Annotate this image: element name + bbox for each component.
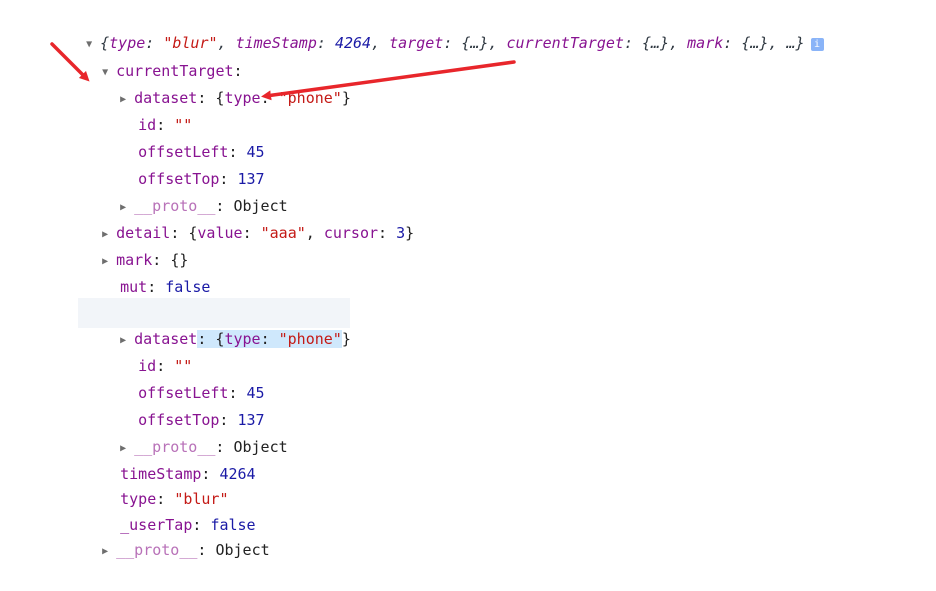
- summary-value-mark: {…}: [741, 34, 769, 52]
- selection-highlight: : {: [197, 330, 225, 348]
- summary-key-currenttarget: currentTarget: [506, 34, 624, 52]
- tree-item-type: type: "blur": [120, 490, 229, 508]
- preview-value: "phone": [278, 89, 342, 107]
- tree-item-currenttarget-proto[interactable]: ▶ __proto__: Object: [84, 167, 288, 215]
- tree-item-target-dataset[interactable]: ▶ dataset: {type: "phone"}: [84, 300, 351, 348]
- tree-item-target-offsetleft: offsetLeft: 45: [138, 384, 265, 402]
- summary-key-timestamp: timeStamp: [235, 34, 317, 52]
- tree-item-target-offsettop: offsetTop: 137: [138, 411, 265, 429]
- preview-key: type: [224, 89, 261, 107]
- summary-value-target: {…}: [461, 34, 489, 52]
- tree-item-mut: mut: false: [120, 278, 211, 296]
- preview-value: 3: [396, 224, 406, 242]
- preview-key: value: [197, 224, 243, 242]
- summary-ellipsis: …}: [786, 34, 805, 52]
- event-object-summary[interactable]: ▼ {type: "blur", timeStamp: 4264, target:…: [50, 4, 824, 52]
- console-panel: ▼ {type: "blur", timeStamp: 4264, target:…: [0, 0, 936, 559]
- preview-value: "phone": [278, 330, 342, 348]
- tree-item-mark[interactable]: ▶ mark: {}: [66, 221, 188, 269]
- tree-item-usertap: _userTap: false: [120, 516, 256, 534]
- summary-key-target: target: [389, 34, 444, 52]
- value-label: Object: [215, 541, 270, 559]
- summary-value-timestamp: 4264: [334, 34, 372, 52]
- preview-value: "aaa": [260, 224, 306, 242]
- tree-item-root-proto[interactable]: ▶ __proto__: Object: [66, 511, 270, 559]
- tree-item-detail[interactable]: ▶ detail: {value: "aaa", cursor: 3}: [66, 194, 414, 242]
- tree-item-currenttarget-offsettop: offsetTop: 137: [138, 170, 265, 188]
- tree-item-target-id: id: "": [138, 357, 193, 375]
- info-icon[interactable]: i: [810, 38, 824, 51]
- triangle-right-icon[interactable]: ▶: [102, 539, 116, 565]
- preview-key: cursor: [323, 224, 379, 242]
- tree-item-currenttarget-offsetleft: offsetLeft: 45: [138, 143, 265, 161]
- tree-item-currenttarget[interactable]: ▼ currentTarget:: [66, 32, 242, 80]
- tree-item-target-proto[interactable]: ▶ __proto__: Object: [84, 408, 288, 456]
- tree-item-currenttarget-id: id: "": [138, 116, 193, 134]
- summary-key-mark: mark: [687, 34, 724, 52]
- key-label: __proto__: [116, 541, 198, 559]
- preview-key: type: [224, 330, 261, 348]
- tree-item-timestamp: timeStamp: 4264: [120, 465, 256, 483]
- tree-item-currenttarget-dataset[interactable]: ▶ dataset: {type: "phone"}: [84, 59, 351, 107]
- summary-value-currenttarget: {…}: [642, 34, 670, 52]
